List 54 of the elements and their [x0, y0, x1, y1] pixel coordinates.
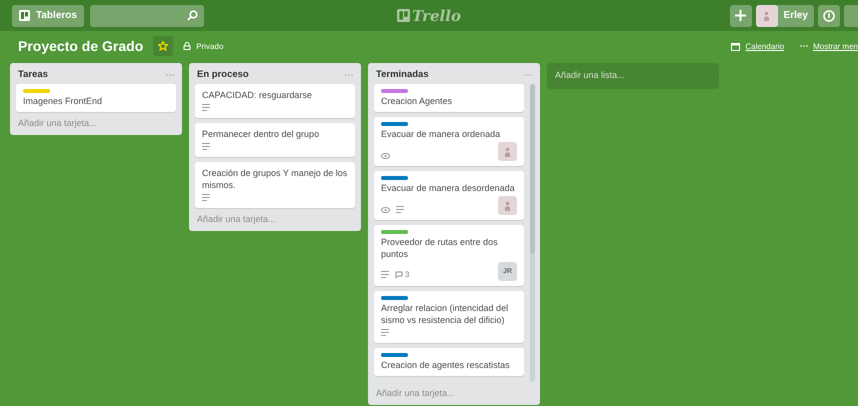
card-title: CAPACIDAD: resguardarse	[202, 89, 313, 101]
person-icon	[504, 200, 511, 210]
board-icon	[397, 9, 410, 22]
add-button[interactable]	[730, 4, 752, 26]
person-icon	[504, 146, 511, 156]
card-title: Permanecer dentro del grupo	[202, 128, 320, 140]
description-icon	[202, 194, 210, 201]
list-title[interactable]: Terminadas	[376, 69, 429, 80]
card[interactable]: Permanecer dentro del grupo	[195, 123, 355, 157]
board-icon	[19, 10, 30, 21]
list-title[interactable]: Tareas	[18, 69, 48, 80]
calendar-link[interactable]: Calendario	[731, 42, 784, 50]
star-button[interactable]	[153, 36, 174, 56]
comment-count: 3	[395, 270, 410, 279]
lock-icon	[183, 42, 192, 50]
card[interactable]: Creacion de agentes rescatistas	[374, 348, 524, 376]
card[interactable]: Evacuar de manera desordenada	[374, 171, 524, 220]
person-icon	[763, 10, 770, 20]
card[interactable]: Creacion Agentes	[374, 84, 524, 112]
card-title: Arreglar relacion (intencidad del sismo vs resistencia del dificio)	[381, 302, 510, 326]
scrollbar[interactable]	[530, 84, 535, 382]
visibility-label[interactable]: Privado	[183, 42, 224, 50]
member-avatar[interactable]	[498, 196, 517, 215]
card-title: Creacion de agentes rescatistas	[381, 359, 511, 371]
card-title: Evacuar de manera ordenada	[381, 128, 502, 140]
board-title[interactable]: Proyecto de Grado	[18, 38, 144, 54]
eye-icon	[381, 206, 390, 212]
plus-icon	[735, 10, 746, 21]
description-icon	[381, 271, 389, 278]
card-title: Proveedor de rutas entre dos puntos	[381, 236, 499, 260]
card-title: Creación de grupos Y manejo de los mismos.	[202, 167, 348, 191]
card[interactable]: Creación de grupos Y manejo de los mismos.	[195, 162, 355, 208]
card-title: Creacion Agentes	[381, 95, 454, 107]
search-field[interactable]	[90, 4, 204, 26]
search-icon	[186, 10, 198, 21]
card[interactable]: Arreglar relacion (intencidad del sismo vs resistencia del dificio)	[374, 291, 524, 343]
card[interactable]: Evacuar de manera ordenada	[374, 117, 524, 166]
calendar-icon	[731, 42, 740, 50]
eye-icon	[381, 153, 390, 159]
description-icon	[396, 206, 404, 213]
info-icon	[823, 10, 835, 22]
card[interactable]: CAPACIDAD: resguardarse	[195, 84, 355, 118]
comment-icon	[395, 271, 403, 278]
member-avatar[interactable]	[498, 142, 517, 161]
star-icon	[158, 41, 168, 51]
description-icon	[202, 143, 210, 150]
show-menu-link[interactable]: Mostrar men	[800, 42, 858, 50]
description-icon	[381, 329, 389, 336]
info-button[interactable]	[818, 4, 840, 26]
card-title: Imagenes FrontEnd	[23, 95, 104, 107]
card[interactable]: Imagenes FrontEnd	[16, 84, 176, 112]
description-icon	[202, 104, 210, 111]
list-title[interactable]: En proceso	[197, 69, 249, 80]
card-title: Evacuar de manera desordenada	[381, 182, 516, 194]
